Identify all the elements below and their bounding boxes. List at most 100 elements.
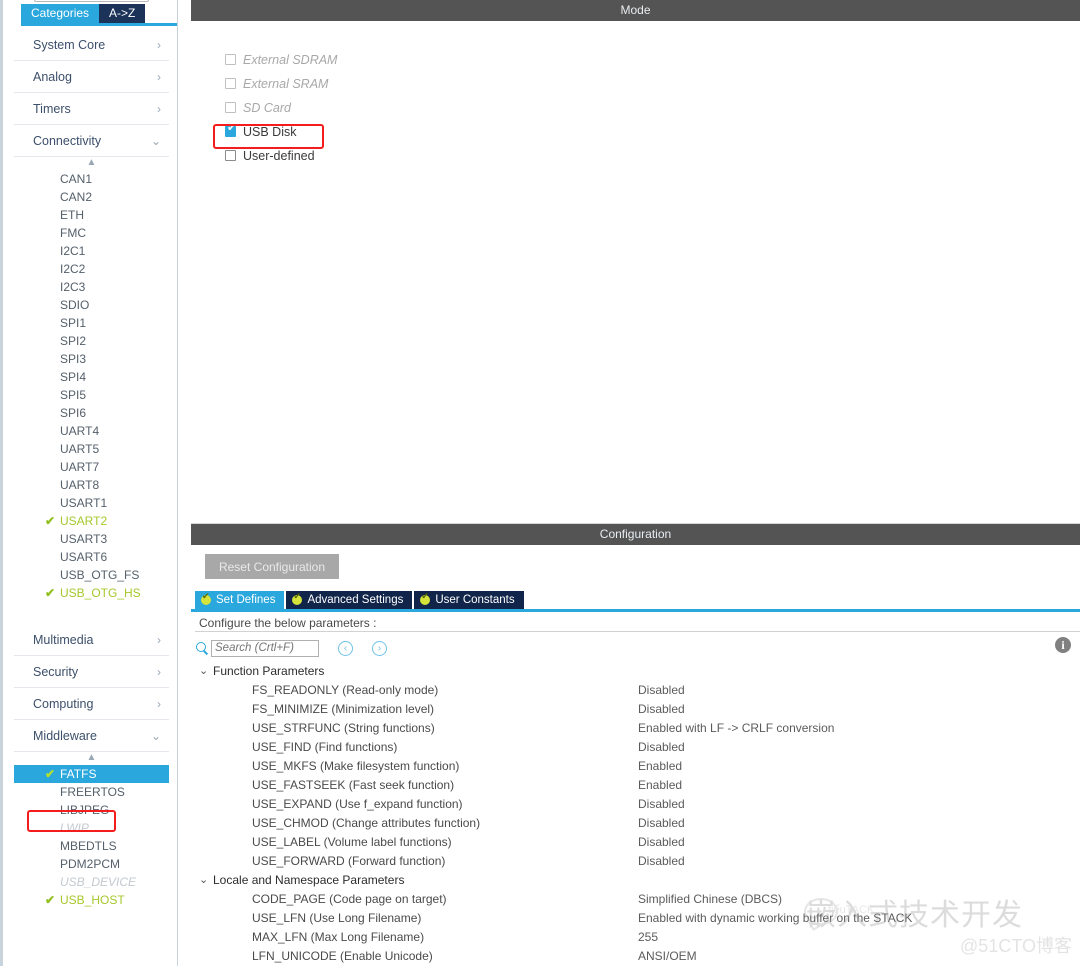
sidebar-ip-i2c1[interactable]: I2C1: [14, 242, 169, 260]
sidebar-ip-spi6[interactable]: SPI6: [14, 404, 169, 422]
sidebar-ip-can1[interactable]: CAN1: [14, 170, 169, 188]
parameter-value[interactable]: Disabled: [638, 814, 685, 833]
chevron-right-icon: ›: [157, 70, 161, 84]
configuration-section-title: Configuration: [191, 524, 1080, 545]
info-icon[interactable]: i: [1055, 637, 1071, 653]
parameter-value[interactable]: 255: [638, 928, 658, 947]
parameter-value[interactable]: ANSI/OEM: [638, 947, 697, 966]
tab-categories[interactable]: Categories: [21, 4, 100, 23]
parameter-row[interactable]: USE_FIND (Find functions) Disabled: [191, 738, 1080, 757]
sidebar-ip-fmc[interactable]: FMC: [14, 224, 169, 242]
checkbox-icon[interactable]: [225, 150, 236, 161]
sidebar-item-computing[interactable]: Computing ›: [14, 688, 169, 720]
sidebar-mw-freertos[interactable]: FREERTOS: [14, 783, 169, 801]
mode-option-external-sdram[interactable]: External SDRAM: [191, 48, 1080, 72]
parameter-value[interactable]: Disabled: [638, 852, 685, 871]
parameter-row[interactable]: USE_MKFS (Make filesystem function) Enabl…: [191, 757, 1080, 776]
parameter-row[interactable]: LFN_UNICODE (Enable Unicode) ANSI/OEM: [191, 947, 1080, 966]
sidebar-ip-spi1[interactable]: SPI1: [14, 314, 169, 332]
sidebar-mw-usb-device[interactable]: USB_DEVICE: [14, 873, 169, 891]
parameter-row[interactable]: USE_STRFUNC (String functions) Enabled wi…: [191, 719, 1080, 738]
checkbox-icon[interactable]: [225, 102, 236, 113]
checkbox-icon[interactable]: [225, 123, 236, 137]
parameter-value[interactable]: Enabled with dynamic working buffer on t…: [638, 909, 912, 928]
tab-a-to-z[interactable]: A->Z: [99, 4, 146, 23]
sidebar-ip-spi4[interactable]: SPI4: [14, 368, 169, 386]
parameter-value[interactable]: Simplified Chinese (DBCS): [638, 890, 782, 909]
parameter-row[interactable]: MAX_LFN (Max Long Filename) 255: [191, 928, 1080, 947]
parameter-row[interactable]: USE_FASTSEEK (Fast seek function) Enabled: [191, 776, 1080, 795]
parameter-row[interactable]: USE_LABEL (Volume label functions) Disabl…: [191, 833, 1080, 852]
parameter-row[interactable]: USE_EXPAND (Use f_expand function) Disabl…: [191, 795, 1080, 814]
next-match-icon[interactable]: ›: [372, 640, 387, 656]
sidebar-ip-usart2[interactable]: ✔ USART2: [14, 512, 169, 530]
sidebar-ip-can2[interactable]: CAN2: [14, 188, 169, 206]
sidebar-ip-usart6[interactable]: USART6: [14, 548, 169, 566]
scroll-up-icon[interactable]: ▲: [14, 752, 169, 765]
categories-scroll-area[interactable]: System Core › Analog › Timers › Connecti…: [14, 29, 177, 966]
previous-match-icon[interactable]: ‹: [338, 640, 353, 656]
sidebar-item-analog[interactable]: Analog ›: [14, 61, 169, 93]
sidebar-mw-pdm2pcm[interactable]: PDM2PCM: [14, 855, 169, 873]
tab-user-constants[interactable]: User Constants: [414, 591, 524, 609]
checkbox-icon[interactable]: [225, 78, 236, 89]
tab-advanced-settings[interactable]: Advanced Settings: [286, 591, 413, 609]
sidebar-ip-uart7[interactable]: UART7: [14, 458, 169, 476]
checkbox-icon[interactable]: [225, 54, 236, 65]
sidebar-mw-libjpeg[interactable]: LIBJPEG: [14, 801, 169, 819]
sidebar-ip-uart8[interactable]: UART8: [14, 476, 169, 494]
sidebar-item-middleware[interactable]: Middleware ⌄: [14, 720, 169, 752]
parameter-row[interactable]: CODE_PAGE (Code page on target) Simplifie…: [191, 890, 1080, 909]
sidebar-ip-i2c3[interactable]: I2C3: [14, 278, 169, 296]
sidebar-ip-sdio[interactable]: SDIO: [14, 296, 169, 314]
sidebar-ip-usart1[interactable]: USART1: [14, 494, 169, 512]
parameter-row[interactable]: USE_CHMOD (Change attributes function) Di…: [191, 814, 1080, 833]
sidebar-ip-usb-otg-hs[interactable]: ✔ USB_OTG_HS: [14, 584, 169, 602]
ip-label: I2C3: [60, 280, 86, 294]
parameter-value[interactable]: Enabled with LF -> CRLF conversion: [638, 719, 834, 738]
sidebar-ip-uart5[interactable]: UART5: [14, 440, 169, 458]
parameter-value[interactable]: Disabled: [638, 681, 685, 700]
sidebar-item-timers[interactable]: Timers ›: [14, 93, 169, 125]
sidebar-ip-usart3[interactable]: USART3: [14, 530, 169, 548]
sidebar-item-multimedia[interactable]: Multimedia ›: [14, 624, 169, 656]
sidebar-mw-mbedtls[interactable]: MBEDTLS: [14, 837, 169, 855]
sidebar-ip-uart4[interactable]: UART4: [14, 422, 169, 440]
sidebar-mw-usb-host[interactable]: ✔ USB_HOST: [14, 891, 169, 909]
parameter-value[interactable]: Enabled: [638, 776, 682, 795]
ip-label: UART4: [60, 424, 100, 438]
parameter-value[interactable]: Disabled: [638, 795, 685, 814]
sidebar-item-connectivity[interactable]: Connectivity ⌄: [14, 125, 169, 157]
parameter-group-locale-and-namespace-parameters[interactable]: ⌄ Locale and Namespace Parameters: [191, 871, 1080, 890]
parameter-search-row: ‹ ›: [195, 637, 387, 659]
sidebar-item-security[interactable]: Security ›: [14, 656, 169, 688]
sidebar-ip-eth[interactable]: ETH: [14, 206, 169, 224]
sidebar-mw-fatfs[interactable]: ✔ FATFS: [14, 765, 169, 783]
sidebar-mw-lwip[interactable]: LWIP: [14, 819, 169, 837]
scroll-up-icon[interactable]: ▲: [14, 157, 169, 170]
parameter-group-function-parameters[interactable]: ⌄ Function Parameters: [191, 662, 1080, 681]
parameter-value[interactable]: Disabled: [638, 833, 685, 852]
search-input[interactable]: [211, 639, 319, 657]
sidebar-ip-i2c2[interactable]: I2C2: [14, 260, 169, 278]
mode-option-user-defined[interactable]: User-defined: [191, 144, 1080, 168]
sidebar-ip-spi5[interactable]: SPI5: [14, 386, 169, 404]
sidebar-item-system-core[interactable]: System Core ›: [14, 29, 169, 61]
parameter-row[interactable]: USE_FORWARD (Forward function) Disabled: [191, 852, 1080, 871]
parameter-name: CODE_PAGE (Code page on target): [252, 892, 447, 906]
mode-option-sd-card[interactable]: SD Card: [191, 96, 1080, 120]
parameter-row[interactable]: FS_MINIMIZE (Minimization level) Disabled: [191, 700, 1080, 719]
parameter-value[interactable]: Enabled: [638, 757, 682, 776]
tab-set-defines[interactable]: Set Defines: [195, 591, 285, 609]
sidebar-ip-spi2[interactable]: SPI2: [14, 332, 169, 350]
mode-option-external-sram[interactable]: External SRAM: [191, 72, 1080, 96]
parameter-row[interactable]: USE_LFN (Use Long Filename) Enabled with …: [191, 909, 1080, 928]
sidebar-ip-usb-otg-fs[interactable]: USB_OTG_FS: [14, 566, 169, 584]
reset-configuration-button[interactable]: Reset Configuration: [205, 554, 339, 579]
mode-option-usb-disk[interactable]: USB Disk: [191, 120, 1080, 144]
parameter-row[interactable]: FS_READONLY (Read-only mode) Disabled: [191, 681, 1080, 700]
parameter-value[interactable]: Disabled: [638, 738, 685, 757]
sidebar-search-stub[interactable]: [34, 0, 149, 2]
sidebar-ip-spi3[interactable]: SPI3: [14, 350, 169, 368]
parameter-value[interactable]: Disabled: [638, 700, 685, 719]
